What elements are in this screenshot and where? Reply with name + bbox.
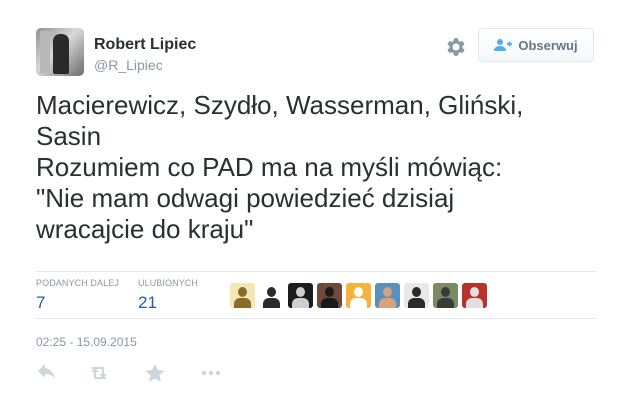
favoriter-avatar-2[interactable] xyxy=(259,283,284,308)
author-avatar[interactable] xyxy=(36,28,84,76)
gear-icon[interactable] xyxy=(444,35,468,59)
favorites-stat[interactable]: ULUBIONYCH 21 xyxy=(138,278,198,313)
author-username[interactable]: @R_Lipiec xyxy=(94,57,163,73)
tweet-timestamp[interactable]: 02:25 - 15.09.2015 xyxy=(36,335,137,349)
favorites-label: ULUBIONYCH xyxy=(138,278,199,288)
more-icon[interactable] xyxy=(200,363,222,383)
favoriter-avatar-3[interactable] xyxy=(288,283,313,308)
favoriters-list xyxy=(230,283,487,308)
follow-label: Obserwuj xyxy=(518,37,578,53)
favoriter-avatar-9[interactable] xyxy=(462,283,487,308)
favoriter-avatar-5[interactable] xyxy=(346,283,371,308)
author-fullname[interactable]: Robert Lipiec xyxy=(94,36,196,54)
tweet-text: Macierewicz, Szydło, Wasserman, Gliński,… xyxy=(36,90,524,244)
retweets-stat[interactable]: PODANYCH DALEJ 7 xyxy=(36,278,119,313)
retweets-label: PODANYCH DALEJ xyxy=(36,278,119,288)
favoriter-avatar-6[interactable] xyxy=(375,283,400,308)
retweets-count[interactable]: 7 xyxy=(36,293,119,313)
retweet-icon[interactable] xyxy=(88,363,110,383)
favoriter-avatar-7[interactable] xyxy=(404,283,429,308)
star-icon[interactable] xyxy=(144,363,166,383)
stats-divider-top xyxy=(36,271,596,272)
favoriter-avatar-8[interactable] xyxy=(433,283,458,308)
favoriter-avatar-4[interactable] xyxy=(317,283,342,308)
reply-icon[interactable] xyxy=(36,363,58,383)
add-user-icon xyxy=(494,39,513,51)
follow-button[interactable]: Obserwuj xyxy=(478,28,594,62)
favorites-count[interactable]: 21 xyxy=(138,293,198,313)
favoriter-avatar-1[interactable] xyxy=(230,283,255,308)
stats-divider-bottom xyxy=(36,318,596,319)
